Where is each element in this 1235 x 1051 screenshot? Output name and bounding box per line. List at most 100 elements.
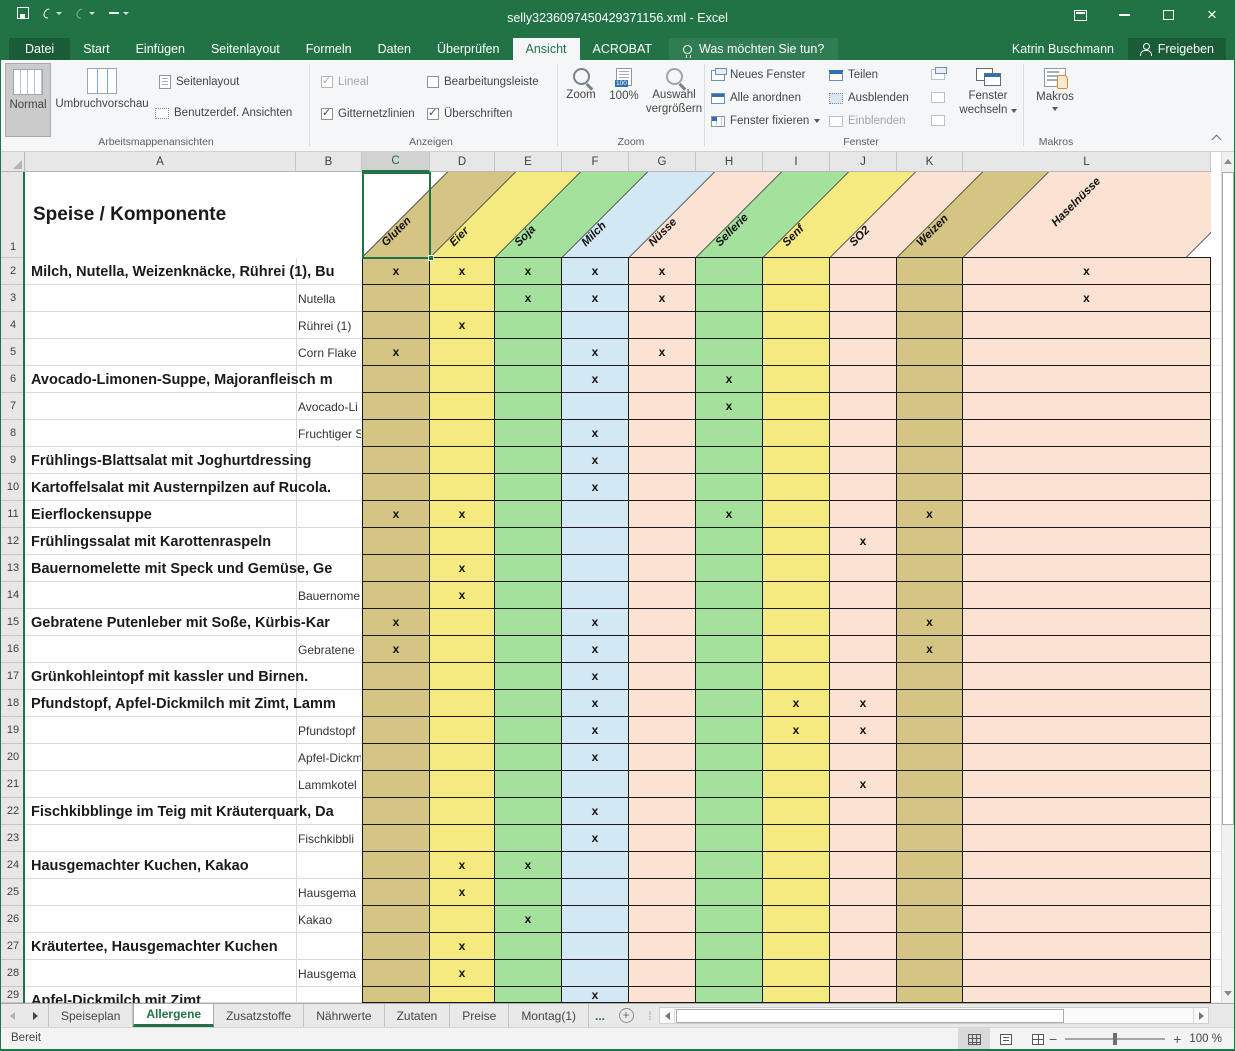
ribbon-tab-formeln[interactable]: Formeln [293,38,365,60]
checkbox-lineal[interactable]: Lineal [321,76,369,88]
page-layout-view-button[interactable]: Seitenlayout [159,75,239,89]
cell-C17[interactable] [362,663,430,690]
cell-I26[interactable] [763,906,830,933]
cell-E16[interactable] [495,636,562,663]
cell-E7[interactable] [495,393,562,420]
cell-L21[interactable] [963,771,1211,798]
cell-L8[interactable] [963,420,1211,447]
cell-D13[interactable]: x [430,555,495,582]
zoom-slider-thumb[interactable] [1113,1033,1117,1045]
component-name[interactable]: Lammkotel [298,771,361,798]
cell-I28[interactable] [763,960,830,987]
cell-L15[interactable] [963,609,1211,636]
cell-J26[interactable] [830,906,897,933]
cell-F13[interactable] [562,555,629,582]
cell-K23[interactable] [897,825,963,852]
component-name[interactable]: Apfel-Dickm [298,744,361,771]
ribbon-tab-datei[interactable]: Datei [9,38,70,60]
column-header-G[interactable]: G [629,152,696,172]
cell-C10[interactable] [362,474,430,501]
column-header-D[interactable]: D [430,152,495,172]
cell-K13[interactable] [897,555,963,582]
cell-G7[interactable] [629,393,696,420]
sheet-tab-n-hrwerte[interactable]: Nährwerte [304,1004,384,1027]
cell-F7[interactable] [562,393,629,420]
fill-handle[interactable] [428,255,434,261]
cell-E10[interactable] [495,474,562,501]
cell-L29[interactable] [963,987,1211,1003]
dish-name[interactable]: Hausgemachter Kuchen, Kakao [25,852,362,879]
cell-J2[interactable] [830,258,897,285]
dish-name[interactable]: Milch, Nutella, Weizenknäcke, Rührei (1)… [25,258,362,285]
cell-H12[interactable] [696,528,763,555]
component-name[interactable]: Corn Flake [298,339,361,366]
scroll-right-button[interactable] [1193,1008,1208,1023]
new-sheet-button[interactable]: + [611,1004,641,1027]
cell-J27[interactable] [830,933,897,960]
cell-I3[interactable] [763,285,830,312]
cell-G21[interactable] [629,771,696,798]
cell-F2[interactable]: x [562,258,629,285]
cell-H3[interactable] [696,285,763,312]
cell-D21[interactable] [430,771,495,798]
dish-name[interactable]: Eierflockensuppe [25,501,362,528]
cell-F28[interactable] [562,960,629,987]
cell-G29[interactable] [629,987,696,1003]
cell-C21[interactable] [362,771,430,798]
column-header-I[interactable]: I [763,152,830,172]
cell-C29[interactable] [362,987,430,1003]
collapse-ribbon-icon[interactable] [1212,135,1222,145]
cell-E22[interactable] [495,798,562,825]
dish-name[interactable]: Grünkohleintopf mit kassler und Birnen. [25,663,362,690]
cell-K10[interactable] [897,474,963,501]
cell-J3[interactable] [830,285,897,312]
cell-F15[interactable]: x [562,609,629,636]
custom-views-button[interactable]: Benutzerdef. Ansichten [155,107,292,119]
cell-H27[interactable] [696,933,763,960]
cell-D4[interactable]: x [430,312,495,339]
cell-D24[interactable]: x [430,852,495,879]
cell-D23[interactable] [430,825,495,852]
sheet-nav-left-button[interactable] [1,1004,23,1027]
column-header-K[interactable]: K [897,152,963,172]
cell-C14[interactable] [362,582,430,609]
cell-I12[interactable] [763,528,830,555]
new-window-button[interactable]: Neues Fenster [711,69,805,81]
dish-name[interactable]: Avocado-Limonen-Suppe, Majoranfleisch m [25,366,362,393]
cell-G11[interactable] [629,501,696,528]
cell-F4[interactable] [562,312,629,339]
cell-L26[interactable] [963,906,1211,933]
cell-H13[interactable] [696,555,763,582]
cell-G15[interactable] [629,609,696,636]
cell-K7[interactable] [897,393,963,420]
cell-C16[interactable]: x [362,636,430,663]
sheet-tab-zutaten[interactable]: Zutaten [385,1004,451,1027]
cell-F26[interactable] [562,906,629,933]
cell-H21[interactable] [696,771,763,798]
cell-I23[interactable] [763,825,830,852]
cell-G2[interactable]: x [629,258,696,285]
column-header-J[interactable]: J [830,152,897,172]
component-name[interactable]: Gebratene [298,636,361,663]
cell-H5[interactable] [696,339,763,366]
cell-L7[interactable] [963,393,1211,420]
cell-L4[interactable] [963,312,1211,339]
cell-F19[interactable]: x [562,717,629,744]
cell-K14[interactable] [897,582,963,609]
zoom-in-button[interactable]: + [1173,1031,1181,1047]
cell-C4[interactable] [362,312,430,339]
cell-C24[interactable] [362,852,430,879]
share-button[interactable]: Freigeben [1128,38,1226,60]
horizontal-scrollbar[interactable] [659,1007,1209,1024]
cell-E26[interactable]: x [495,906,562,933]
cell-E21[interactable] [495,771,562,798]
cell-K25[interactable] [897,879,963,906]
cell-I19[interactable]: x [763,717,830,744]
cell-F12[interactable] [562,528,629,555]
cell-L20[interactable] [963,744,1211,771]
cell-F23[interactable]: x [562,825,629,852]
zoom-slider[interactable] [1065,1038,1165,1040]
cell-E13[interactable] [495,555,562,582]
cell-F5[interactable]: x [562,339,629,366]
cell-C2[interactable]: x [362,258,430,285]
